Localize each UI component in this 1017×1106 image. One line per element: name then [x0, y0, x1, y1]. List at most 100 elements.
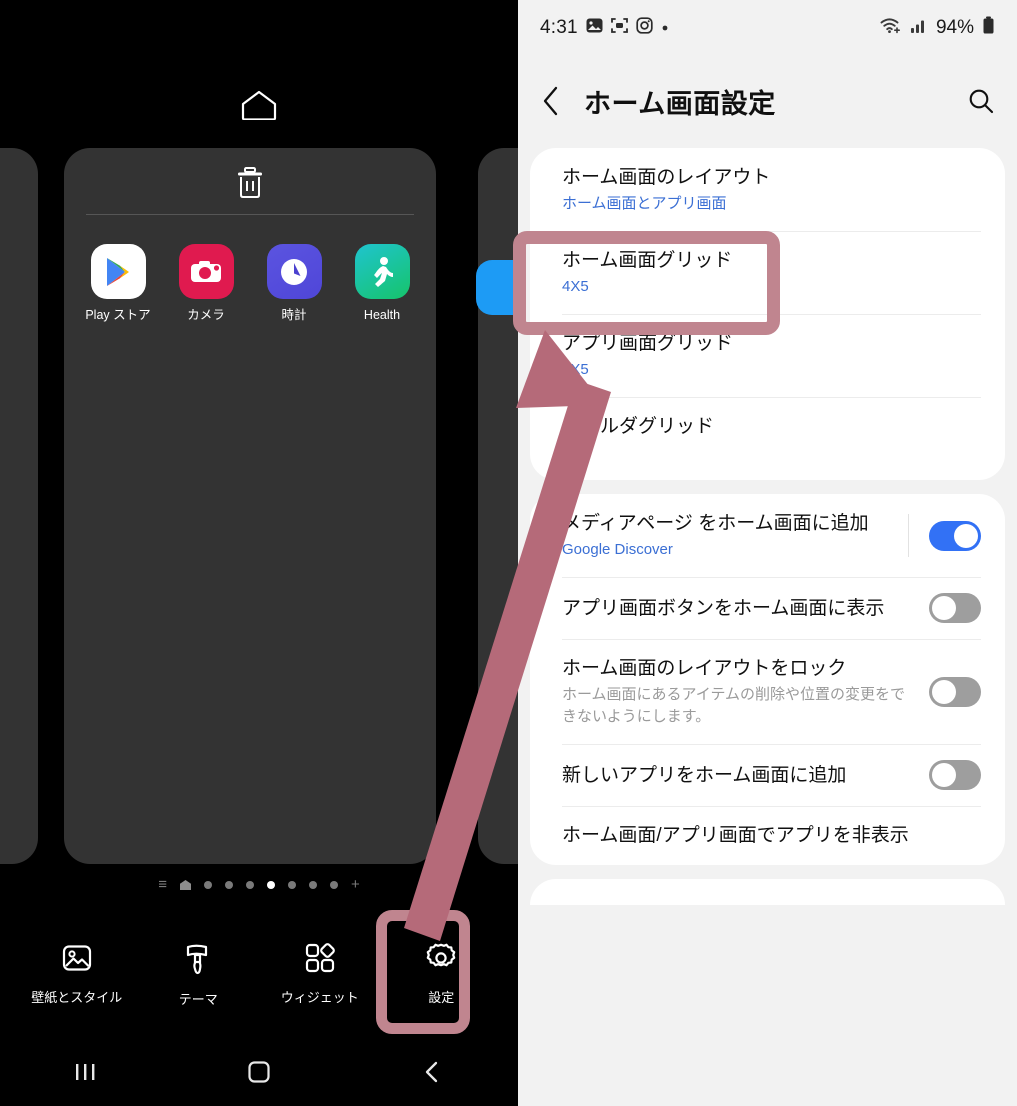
- home-icon[interactable]: [204, 1060, 314, 1084]
- toolbar-item-theme[interactable]: テーマ: [144, 925, 252, 1009]
- app-bar: ホーム画面設定: [518, 56, 1017, 146]
- app-item-clock[interactable]: 時計: [255, 244, 333, 322]
- back-chevron-icon[interactable]: [540, 84, 574, 118]
- status-bar-right: 94%: [880, 16, 995, 40]
- back-icon[interactable]: [377, 1060, 487, 1084]
- setting-row-apps-button[interactable]: アプリ画面ボタンをホーム画面に表示: [530, 577, 1005, 639]
- setting-value: ホーム画面とアプリ画面: [562, 195, 727, 212]
- next-page-partial-app-icon: [476, 260, 518, 315]
- app-label: Health: [363, 308, 401, 322]
- setting-title: ホーム画面のレイアウトをロック: [562, 658, 847, 679]
- toolbar-item-settings[interactable]: 設定: [387, 925, 495, 1007]
- dot-icon: [661, 19, 669, 37]
- setting-row-home-layout[interactable]: ホーム画面のレイアウト ホーム画面とアプリ画面: [530, 148, 1005, 231]
- setting-row-add-new-apps[interactable]: 新しいアプリをホーム画面に追加: [530, 744, 1005, 806]
- camera-icon: [178, 244, 234, 299]
- settings-card-layout: ホーム画面のレイアウト ホーム画面とアプリ画面 ホーム画面グリッド 4X5 アプ…: [530, 148, 1005, 480]
- page-dot[interactable]: [246, 881, 254, 889]
- setting-title: アプリ画面グリッド: [562, 333, 734, 354]
- search-icon[interactable]: [961, 87, 995, 115]
- home-outline-icon: [0, 90, 518, 120]
- setting-title: アプリ画面ボタンをホーム画面に表示: [562, 597, 885, 619]
- home-page-preview-prev[interactable]: [0, 148, 38, 864]
- setting-value: 4X5: [562, 361, 589, 378]
- page-indicator: ≡ +: [0, 877, 518, 892]
- photo-icon: [586, 17, 603, 39]
- status-bar: 4:31 94%: [518, 0, 1017, 56]
- setting-value: 4X5: [562, 278, 589, 295]
- setting-title: フォルダグリッド: [562, 416, 715, 437]
- instagram-icon: [636, 17, 653, 39]
- add-page-glyph[interactable]: +: [351, 877, 360, 892]
- page-dot[interactable]: [330, 881, 338, 889]
- clock-icon: [266, 244, 322, 299]
- home-editor-toolbar: 壁紙とスタイル テーマ ウィジェット 設定: [0, 925, 518, 1040]
- page-dot[interactable]: [288, 881, 296, 889]
- trash-icon[interactable]: [64, 166, 436, 199]
- recents-icon[interactable]: [31, 1061, 141, 1083]
- app-item-camera[interactable]: カメラ: [167, 244, 245, 322]
- page-dot[interactable]: [204, 881, 212, 889]
- page-dot[interactable]: [225, 881, 233, 889]
- app-label: カメラ: [187, 308, 225, 322]
- home-page-preview-next[interactable]: [478, 148, 518, 864]
- toolbar-item-wallpaper[interactable]: 壁紙とスタイル: [23, 925, 131, 1007]
- page-dot-active[interactable]: [267, 881, 275, 889]
- samsung-health-icon: [354, 244, 410, 299]
- app-label: 時計: [281, 308, 307, 322]
- toggle-apps-button[interactable]: [929, 593, 981, 623]
- battery-percent: 94%: [935, 17, 974, 38]
- widgets-icon: [305, 943, 335, 978]
- settings-list[interactable]: ホーム画面のレイアウト ホーム画面とアプリ画面 ホーム画面グリッド 4X5 アプ…: [518, 148, 1017, 1038]
- battery-icon: [982, 16, 995, 40]
- toggle-media-page[interactable]: [929, 520, 981, 551]
- screenshot-root: Play ストア カメラ 時計 Health ≡ + 壁紙とスタイル テーマ ウ…: [0, 0, 1017, 1106]
- app-item-play-store[interactable]: Play ストア: [79, 244, 157, 322]
- toolbar-label: 設定: [428, 990, 455, 1005]
- toolbar-item-widgets[interactable]: ウィジェット: [266, 925, 374, 1007]
- page-dot[interactable]: [309, 881, 317, 889]
- home-page-icon[interactable]: [180, 880, 191, 890]
- toolbar-label: テーマ: [178, 992, 218, 1007]
- settings-card-next-partial[interactable]: [530, 879, 1005, 905]
- setting-title: 新しいアプリをホーム画面に追加: [562, 764, 847, 786]
- page-list-glyph[interactable]: ≡: [158, 877, 167, 892]
- setting-row-apps-grid[interactable]: アプリ画面グリッド 4X5: [530, 314, 1005, 397]
- android-nav-bar-left: [0, 1038, 518, 1106]
- setting-title: ホーム画面のレイアウト: [562, 167, 771, 188]
- play-store-icon: [90, 244, 146, 299]
- page-divider: [86, 214, 414, 215]
- wifi-icon: [880, 17, 902, 39]
- setting-row-home-grid[interactable]: ホーム画面グリッド 4X5: [530, 231, 1005, 314]
- setting-row-hide-apps[interactable]: ホーム画面/アプリ画面でアプリを非表示: [530, 806, 1005, 865]
- home-app-row: Play ストア カメラ 時計 Health: [64, 244, 436, 322]
- home-screen-settings-panel: 4:31 94% ホーム画面設定 ホーム画面のレイアウト ホーム画面とアプリ画面…: [518, 0, 1017, 1106]
- home-screen-editor-panel: Play ストア カメラ 時計 Health ≡ + 壁紙とスタイル テーマ ウ…: [0, 0, 518, 1106]
- settings-card-options: メディアページ をホーム画面に追加 Google Discover アプリ画面ボ…: [530, 494, 1005, 865]
- scan-icon: [610, 17, 628, 39]
- setting-title: ホーム画面グリッド: [562, 250, 733, 271]
- setting-value: 3X4: [562, 444, 589, 461]
- theme-brush-icon: [184, 943, 212, 980]
- setting-description: ホーム画面にあるアイテムの削除や位置の変更をできないようにします。: [562, 686, 906, 725]
- status-time: 4:31: [540, 17, 578, 38]
- wallpaper-icon: [62, 943, 92, 978]
- setting-title: メディアページ をホーム画面に追加: [562, 513, 869, 534]
- toggle-lock-layout[interactable]: [929, 676, 981, 707]
- setting-title: ホーム画面/アプリ画面でアプリを非表示: [562, 825, 909, 846]
- app-item-health[interactable]: Health: [343, 244, 421, 322]
- page-title: ホーム画面設定: [584, 88, 776, 119]
- setting-value: Google Discover: [562, 541, 673, 558]
- setting-row-media-page[interactable]: メディアページ をホーム画面に追加 Google Discover: [530, 494, 1005, 577]
- toolbar-label: 壁紙とスタイル: [31, 990, 123, 1005]
- status-bar-left: 4:31: [540, 17, 669, 39]
- toggle-add-new-apps[interactable]: [929, 760, 981, 790]
- app-label: Play ストア: [85, 308, 151, 322]
- home-page-preview-current[interactable]: Play ストア カメラ 時計 Health: [64, 148, 436, 864]
- divider: [908, 514, 909, 557]
- setting-row-lock-layout[interactable]: ホーム画面のレイアウトをロック ホーム画面にあるアイテムの削除や位置の変更をでき…: [530, 639, 1005, 744]
- gear-icon: [426, 943, 456, 978]
- setting-row-folder-grid[interactable]: フォルダグリッド 3X4: [530, 397, 1005, 480]
- toolbar-label: ウィジェット: [280, 990, 359, 1005]
- signal-icon: [910, 17, 928, 39]
